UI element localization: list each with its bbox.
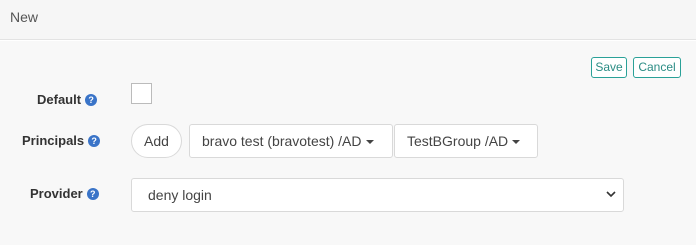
principals-label-group: Principals? — [22, 133, 101, 148]
provider-select[interactable]: deny login — [131, 178, 624, 212]
principal-chip[interactable]: bravo test (bravotest) /AD — [189, 124, 393, 158]
principal-chip[interactable]: TestBGroup /AD — [394, 124, 538, 158]
default-checkbox[interactable] — [131, 83, 152, 104]
question-circle-icon[interactable]: ? — [85, 94, 98, 106]
default-label: Default — [37, 92, 82, 107]
caret-down-icon — [512, 140, 521, 144]
provider-label: Provider — [30, 186, 83, 201]
principal-chip-label: bravo test (bravotest) /AD — [202, 133, 362, 149]
principal-chip-label: TestBGroup /AD — [407, 133, 509, 149]
principals-label: Principals — [22, 133, 85, 148]
default-label-group: Default? — [37, 92, 98, 107]
cancel-button[interactable]: Cancel — [633, 57, 681, 78]
caret-down-icon — [365, 140, 374, 144]
panel-heading: New — [0, 0, 696, 40]
add-principal-button[interactable]: Add — [131, 124, 182, 158]
provider-selected-value: deny login — [148, 187, 212, 203]
question-circle-icon[interactable]: ? — [86, 188, 99, 200]
chevron-down-icon — [606, 191, 616, 198]
provider-label-group: Provider? — [30, 186, 99, 201]
save-button[interactable]: Save — [591, 57, 627, 78]
question-circle-icon[interactable]: ? — [88, 135, 101, 147]
page-title: New — [10, 9, 39, 25]
